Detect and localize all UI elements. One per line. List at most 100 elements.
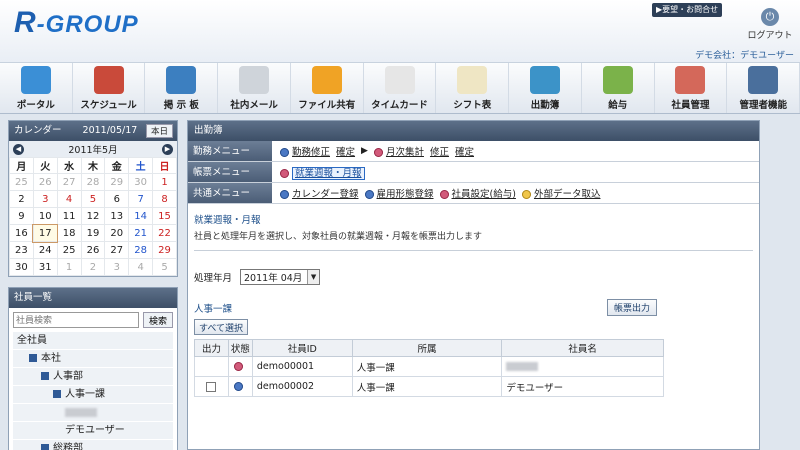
employee-search-input[interactable] [13, 312, 139, 328]
menu-item[interactable]: 就業週報・月報 [280, 165, 365, 180]
calendar-day[interactable]: 30 [9, 258, 34, 276]
toolbar-portal[interactable]: ポータル [0, 63, 73, 113]
toolbar-mail[interactable]: 社内メール [218, 63, 291, 113]
prev-month-icon[interactable]: ◀ [13, 143, 24, 155]
toolbar-staff[interactable]: 社員管理 [655, 63, 728, 113]
calendar-day[interactable]: 25 [56, 241, 82, 259]
year-month-select[interactable]: 2011年 04月 ▼ [240, 269, 321, 285]
calendar-day[interactable]: 7 [128, 190, 154, 208]
toolbar-salary[interactable]: 給与 [582, 63, 655, 113]
collapse-icon[interactable] [41, 372, 49, 380]
clock-icon [384, 66, 415, 94]
calendar-day[interactable]: 5 [152, 258, 177, 276]
calendar-day[interactable]: 19 [80, 224, 106, 242]
menu-link[interactable]: 確定 [455, 147, 474, 158]
menu-item[interactable]: 月次集計 [373, 144, 424, 158]
menu-item[interactable]: 修正 [430, 144, 449, 158]
next-month-icon[interactable]: ▶ [161, 143, 173, 155]
logout-button[interactable]: ⏻ ログアウト [745, 8, 795, 41]
menu-link[interactable]: 確定 [336, 147, 355, 158]
calendar-day[interactable]: 3 [104, 258, 130, 276]
menu-link[interactable]: 外部データ取込 [534, 189, 601, 200]
calendar-day[interactable]: 27 [56, 173, 82, 191]
menu-link[interactable]: 就業週報・月報 [292, 167, 365, 180]
calendar-day[interactable]: 10 [32, 207, 58, 225]
calendar-day[interactable]: 29 [152, 241, 177, 259]
calendar-day[interactable]: 16 [9, 224, 34, 242]
tree-node[interactable]: デモユーザー [13, 422, 173, 439]
calendar-day[interactable]: 29 [104, 173, 130, 191]
calendar-day[interactable]: 27 [104, 241, 130, 259]
toolbar-shift[interactable]: シフト表 [436, 63, 510, 113]
calendar-day[interactable]: 26 [32, 173, 58, 191]
menu-link[interactable]: 社員設定(給与) [452, 189, 516, 200]
menu-link[interactable]: カレンダー登録 [292, 189, 359, 200]
menu-link[interactable]: 勤務修正 [292, 147, 330, 158]
menu-link[interactable]: 月次集計 [386, 147, 424, 158]
tree-node[interactable]: 全社員 [13, 332, 173, 349]
menu-item[interactable]: 外部データ取込 [521, 186, 601, 200]
menu-item[interactable]: 雇用形態登録 [364, 186, 434, 200]
toolbar-admin[interactable]: 管理者機能 [727, 63, 800, 113]
calendar-day[interactable]: 26 [80, 241, 106, 259]
tree-node[interactable]: 人事一課 [13, 386, 173, 403]
calendar-day[interactable]: 1 [56, 258, 82, 276]
select-all-button[interactable]: すべて選択 [194, 319, 249, 335]
calendar-day[interactable]: 14 [128, 207, 154, 225]
calendar-day[interactable]: 23 [9, 241, 34, 259]
calendar-day[interactable]: 2 [9, 190, 34, 208]
collapse-icon[interactable] [41, 444, 49, 450]
calendar-day[interactable]: 2 [80, 258, 106, 276]
inquiry-link[interactable]: ▶要望・お問合せ [652, 3, 723, 17]
toolbar-timecard[interactable]: タイムカード [364, 63, 437, 113]
collapse-icon[interactable] [53, 390, 61, 398]
employee-search-button[interactable]: 検索 [142, 312, 173, 328]
toolbar-files[interactable]: ファイル共有 [291, 63, 364, 113]
menu-link[interactable]: 修正 [430, 147, 449, 158]
calendar-day[interactable]: 6 [104, 190, 130, 208]
calendar-day[interactable]: 12 [80, 207, 106, 225]
tree-node[interactable] [13, 404, 173, 421]
toolbar-attendance[interactable]: 出勤簿 [509, 63, 582, 113]
status-dot-icon [234, 382, 244, 391]
table-header: 社員ID [251, 339, 353, 357]
menu-item[interactable]: 確定 [455, 144, 474, 158]
toolbar-schedule[interactable]: スケジュール [73, 63, 146, 113]
calendar-day[interactable]: 28 [80, 173, 106, 191]
calendar-day[interactable]: 11 [56, 207, 82, 225]
tree-node[interactable]: 本社 [13, 350, 173, 367]
menu-link[interactable]: 雇用形態登録 [377, 189, 434, 200]
menu-item[interactable]: カレンダー登録 [280, 186, 359, 200]
calendar-day[interactable]: 9 [9, 207, 34, 225]
menu-item[interactable]: 確定 [336, 144, 355, 158]
report-output-button[interactable]: 帳票出力 [606, 299, 657, 316]
weekday-label: 金 [104, 157, 130, 174]
calendar-day[interactable]: 31 [32, 258, 58, 276]
calendar-day[interactable]: 1 [152, 173, 177, 191]
calendar-day[interactable]: 3 [32, 190, 58, 208]
toolbar-label: スケジュール [80, 100, 137, 111]
calendar-day[interactable]: 15 [152, 207, 177, 225]
calendar-day[interactable]: 4 [128, 258, 154, 276]
output-checkbox[interactable] [206, 381, 217, 392]
calendar-day[interactable]: 25 [9, 173, 34, 191]
calendar-day[interactable]: 18 [56, 224, 82, 242]
calendar-day[interactable]: 22 [152, 224, 177, 242]
calendar-day[interactable]: 20 [104, 224, 130, 242]
calendar-day[interactable]: 24 [32, 241, 58, 259]
menu-item[interactable]: 勤務修正 [280, 144, 330, 158]
tree-node[interactable]: 人事部 [13, 368, 173, 385]
toolbar-board[interactable]: 掲 示 板 [145, 63, 219, 113]
calendar-day[interactable]: 17 [32, 223, 59, 243]
today-button[interactable]: 本日 [145, 124, 173, 138]
calendar-day[interactable]: 8 [152, 190, 177, 208]
menu-item[interactable]: 社員設定(給与) [439, 186, 516, 200]
collapse-icon[interactable] [29, 354, 37, 362]
calendar-day[interactable]: 21 [128, 224, 154, 242]
calendar-day[interactable]: 30 [128, 173, 154, 191]
tree-node[interactable]: 総務部 [13, 440, 173, 450]
calendar-day[interactable]: 4 [56, 190, 82, 208]
calendar-day[interactable]: 5 [80, 190, 106, 208]
calendar-day[interactable]: 28 [128, 241, 154, 259]
calendar-day[interactable]: 13 [104, 207, 130, 225]
